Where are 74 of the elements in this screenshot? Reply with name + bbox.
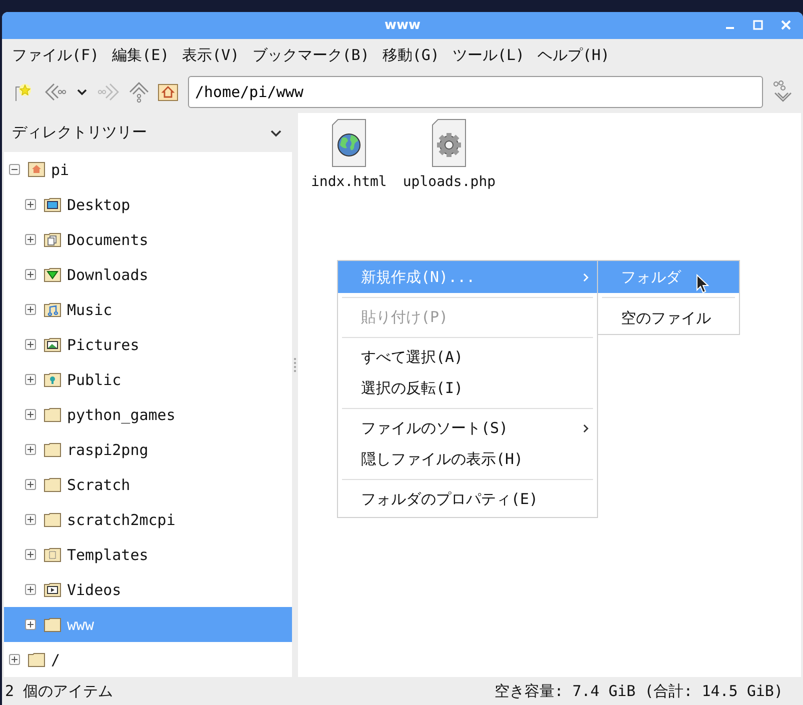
expand-icon[interactable] [25, 619, 36, 630]
tree-item[interactable]: / [4, 642, 292, 677]
menu-item[interactable]: すべて選択(A) [338, 342, 597, 373]
expand-icon[interactable] [25, 339, 36, 350]
globe-file-icon [330, 118, 368, 168]
free-space: 空き容量: 7.4 GiB (合計: 14.5 GiB) [494, 682, 783, 700]
folder-icon [44, 617, 61, 632]
tree-item[interactable]: Music [4, 292, 292, 327]
tree-item[interactable]: pi [4, 152, 292, 187]
cursor-icon [696, 274, 709, 294]
tree-item[interactable]: Videos [4, 572, 292, 607]
menu-item[interactable]: 移動(G) [382, 46, 440, 64]
menu-item[interactable]: 表示(V) [182, 46, 240, 64]
expand-icon[interactable] [25, 374, 36, 385]
folder-icon [28, 162, 45, 177]
expand-icon[interactable] [25, 514, 36, 525]
folder-icon [44, 267, 61, 282]
tree-item[interactable]: Public [4, 362, 292, 397]
tree-item[interactable]: Scratch [4, 467, 292, 502]
folder-icon [28, 652, 45, 667]
tree-item[interactable]: scratch2mcpi [4, 502, 292, 537]
menu-item[interactable]: ブックマーク(B) [252, 46, 370, 64]
tree-item[interactable]: raspi2png [4, 432, 292, 467]
folder-icon [44, 197, 61, 212]
expand-icon[interactable] [25, 199, 36, 210]
menu-item[interactable]: フォルダのプロパティ(E) [338, 484, 597, 515]
path-field[interactable]: /home/pi/www [188, 76, 763, 108]
expand-icon[interactable] [9, 654, 20, 665]
menu-item[interactable]: ファイルのソート(S) [338, 413, 597, 444]
panel-selector[interactable]: ディレクトリツリー [2, 113, 292, 152]
home-icon[interactable] [158, 83, 178, 101]
expand-icon[interactable] [25, 304, 36, 315]
folder-icon [44, 477, 61, 492]
expand-icon[interactable] [25, 269, 36, 280]
expand-icon[interactable] [25, 584, 36, 595]
folder-icon [44, 302, 61, 317]
collapse-icon[interactable] [9, 164, 20, 175]
maximize-icon[interactable] [753, 20, 763, 30]
menu-item[interactable]: ファイル(F) [12, 46, 100, 64]
folder-icon [44, 372, 61, 387]
folder-icon [44, 512, 61, 527]
tree-item[interactable]: python_games [4, 397, 292, 432]
folder-icon [44, 582, 61, 597]
expand-icon[interactable] [25, 234, 36, 245]
file-item[interactable]: indx.html [311, 118, 387, 190]
gear-file-icon [430, 118, 468, 168]
tree-item[interactable]: Documents [4, 222, 292, 257]
menu-item[interactable]: 選択の反転(I) [338, 373, 597, 404]
up-icon[interactable] [128, 81, 150, 103]
back-icon[interactable] [44, 82, 68, 102]
menu-item[interactable]: ヘルプ(H) [538, 46, 610, 64]
tree-item[interactable]: Pictures [4, 327, 292, 362]
expand-icon[interactable] [25, 549, 36, 560]
menu-item[interactable]: 編集(E) [112, 46, 170, 64]
item-count: 2 個のアイテム [5, 682, 114, 700]
go-icon[interactable] [771, 80, 793, 104]
window-title: www [384, 18, 421, 33]
tree-item[interactable]: Templates [4, 537, 292, 572]
menu-item[interactable]: 空のファイル [598, 302, 739, 334]
folder-icon [44, 407, 61, 422]
folder-icon [44, 232, 61, 247]
menu-item[interactable]: ツール(L) [452, 46, 525, 64]
folder-icon [44, 547, 61, 562]
tree-item[interactable]: Desktop [4, 187, 292, 222]
caret-icon [270, 128, 282, 138]
expand-icon[interactable] [25, 479, 36, 490]
menu-item[interactable]: 隠しファイルの表示(H) [338, 444, 597, 475]
expand-icon[interactable] [25, 444, 36, 455]
folder-icon [44, 337, 61, 352]
close-icon[interactable] [781, 20, 791, 30]
file-item[interactable]: uploads.php [402, 118, 496, 190]
expand-icon[interactable] [25, 409, 36, 420]
tree-item[interactable]: Downloads [4, 257, 292, 292]
folder-icon [44, 442, 61, 457]
